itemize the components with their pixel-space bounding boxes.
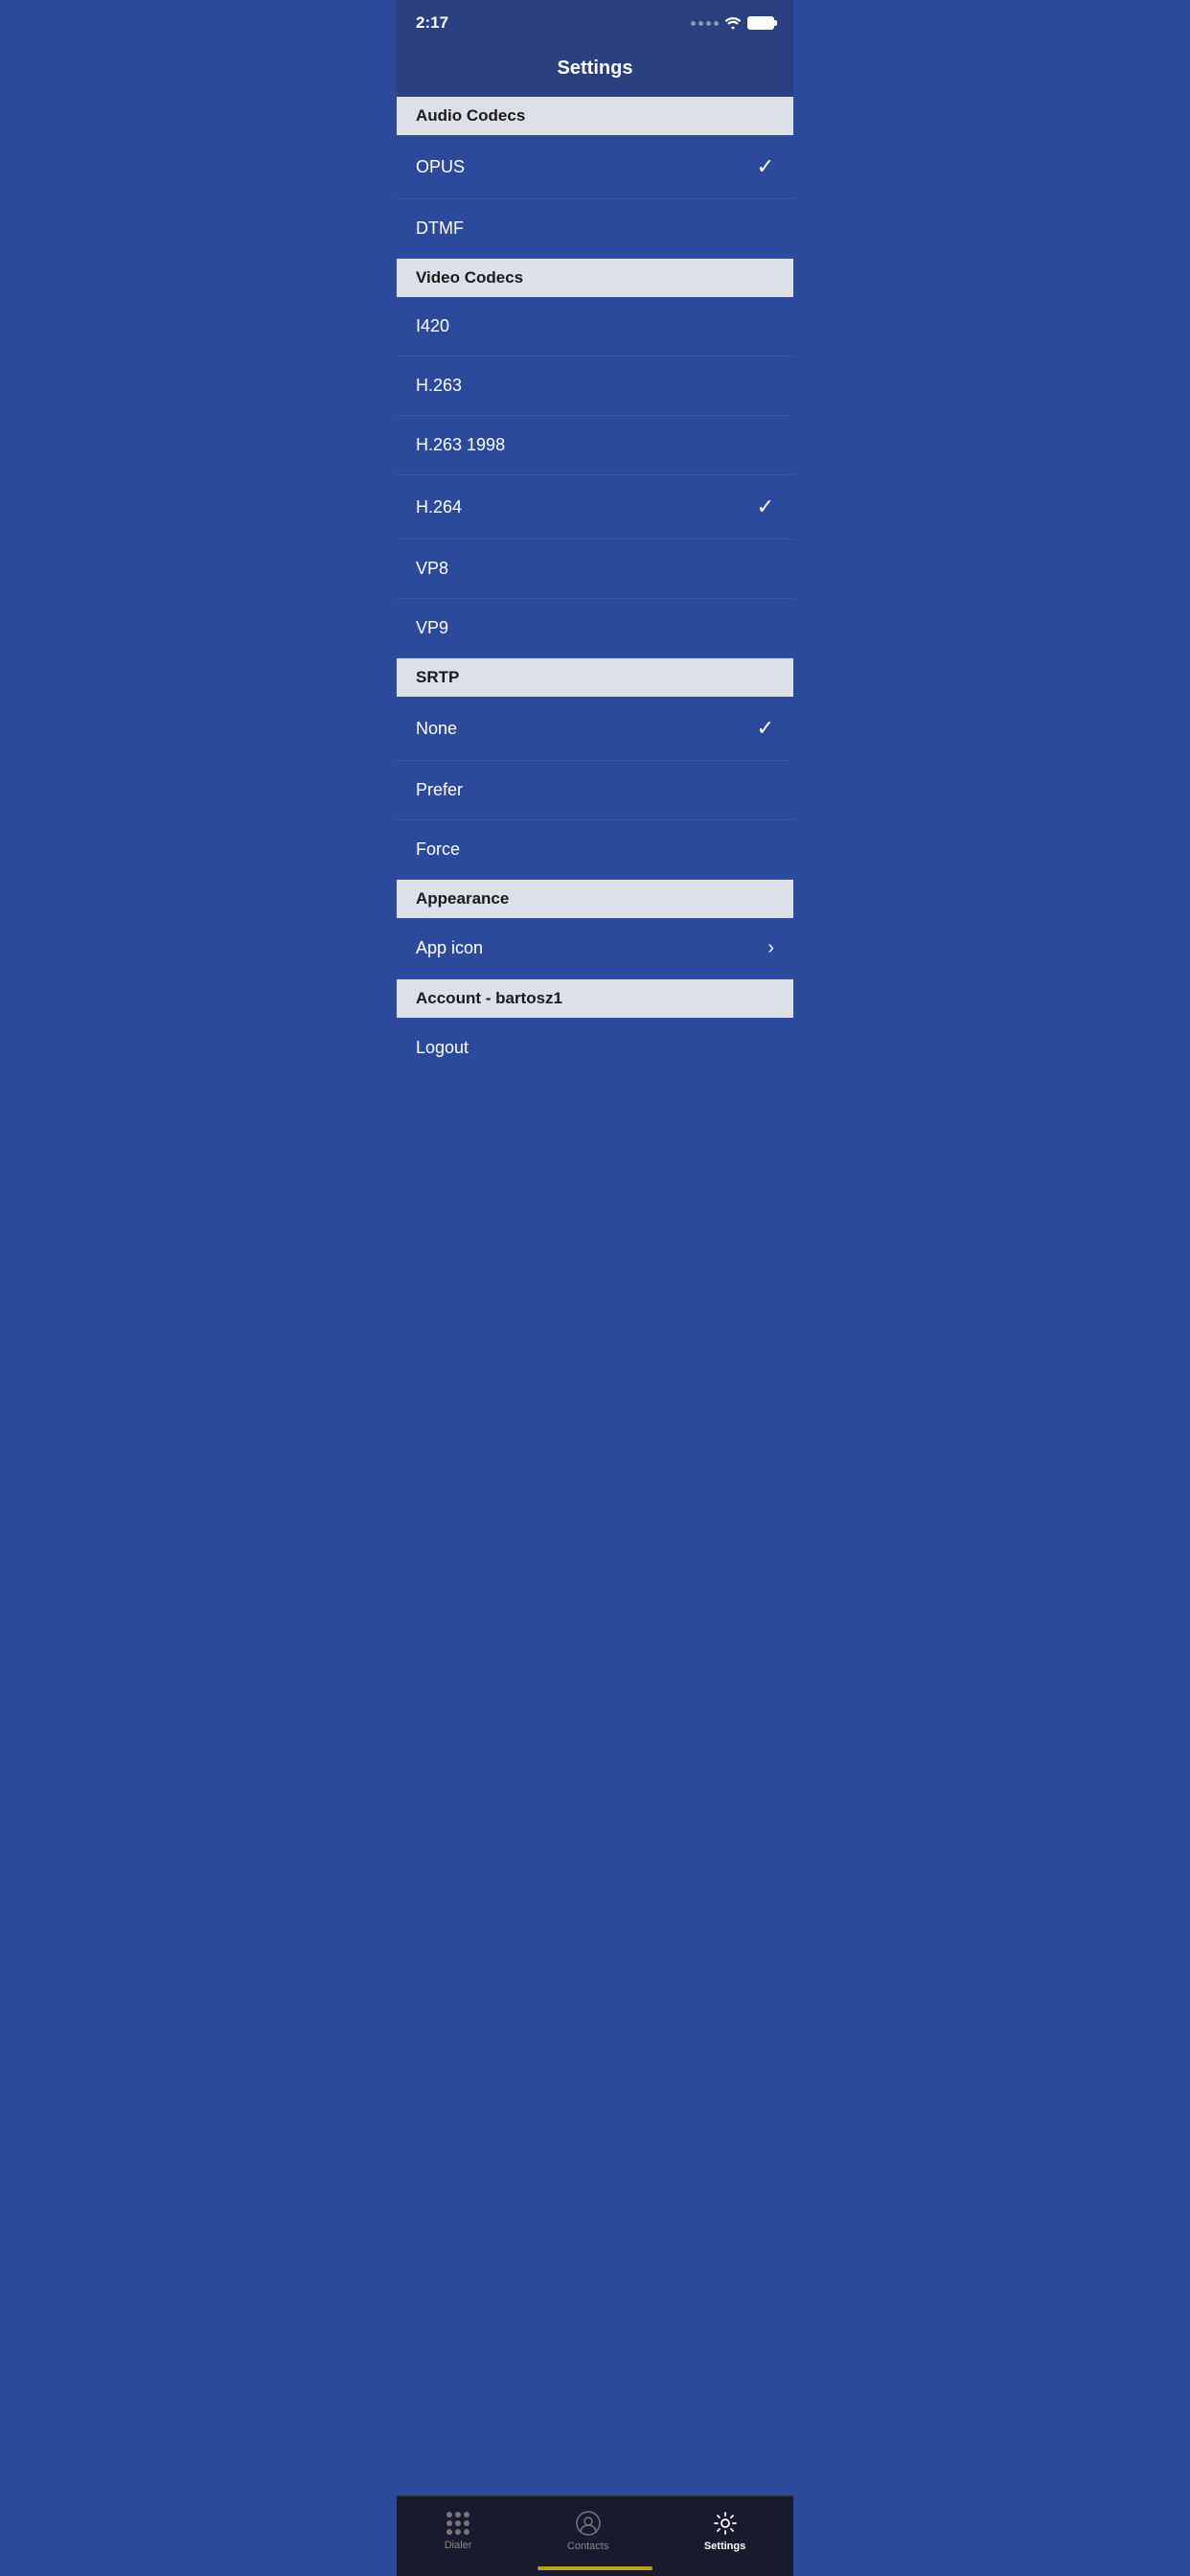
home-indicator [538,2566,652,2570]
list-item-vp9[interactable]: VP9 [397,599,793,658]
item-label-prefer: Prefer [416,780,463,800]
section-header-appearance: Appearance [397,880,793,918]
page-header: Settings [397,42,793,97]
section-header-video-codecs: Video Codecs [397,259,793,297]
bottom-nav: Dialer Contacts Settings [397,2496,793,2576]
chevron-right-icon: › [767,937,774,959]
section-header-account: Account - bartosz1 [397,979,793,1018]
item-label-h264: H.264 [416,497,462,518]
item-label-vp9: VP9 [416,618,448,638]
nav-label-settings: Settings [704,2541,745,2552]
item-label-h263-1998: H.263 1998 [416,435,505,455]
dialer-icon [446,2512,469,2535]
list-item-dtmf[interactable]: DTMF [397,199,793,259]
list-item-logout[interactable]: Logout [397,1018,793,1077]
item-label-opus: OPUS [416,157,465,177]
settings-content: Audio Codecs OPUS ✓ DTMF Video Codecs I4… [397,97,793,1154]
battery-icon [747,16,774,30]
settings-icon [713,2511,738,2536]
nav-item-dialer[interactable]: Dialer [425,2507,492,2556]
list-item-none[interactable]: None ✓ [397,697,793,761]
item-label-i420: I420 [416,316,449,336]
nav-label-contacts: Contacts [567,2541,608,2552]
wifi-icon [724,16,742,30]
item-label-force: Force [416,840,460,860]
list-item-vp8[interactable]: VP8 [397,540,793,599]
item-label-dtmf: DTMF [416,218,464,239]
status-icons [691,16,774,30]
list-item-h263[interactable]: H.263 [397,356,793,416]
contacts-icon [576,2511,601,2536]
list-item-app-icon[interactable]: App icon › [397,918,793,979]
signal-dots-icon [691,21,719,26]
section-header-srtp: SRTP [397,658,793,697]
status-time: 2:17 [416,13,448,33]
checkmark-opus: ✓ [757,154,774,179]
section-header-audio-codecs: Audio Codecs [397,97,793,135]
list-item-force[interactable]: Force [397,820,793,880]
item-label-logout: Logout [416,1038,469,1058]
status-bar: 2:17 [397,0,793,42]
list-item-h263-1998[interactable]: H.263 1998 [397,416,793,475]
list-item-i420[interactable]: I420 [397,297,793,356]
list-item-prefer[interactable]: Prefer [397,761,793,820]
item-label-vp8: VP8 [416,559,448,579]
item-label-h263: H.263 [416,376,462,396]
nav-item-contacts[interactable]: Contacts [548,2506,628,2557]
nav-item-settings[interactable]: Settings [685,2506,765,2557]
item-label-app-icon: App icon [416,938,483,958]
list-item-opus[interactable]: OPUS ✓ [397,135,793,199]
checkmark-h264: ✓ [757,494,774,519]
page-title: Settings [558,58,633,79]
checkmark-none: ✓ [757,716,774,741]
item-label-none: None [416,719,457,739]
list-item-h264[interactable]: H.264 ✓ [397,475,793,540]
nav-label-dialer: Dialer [445,2540,472,2551]
